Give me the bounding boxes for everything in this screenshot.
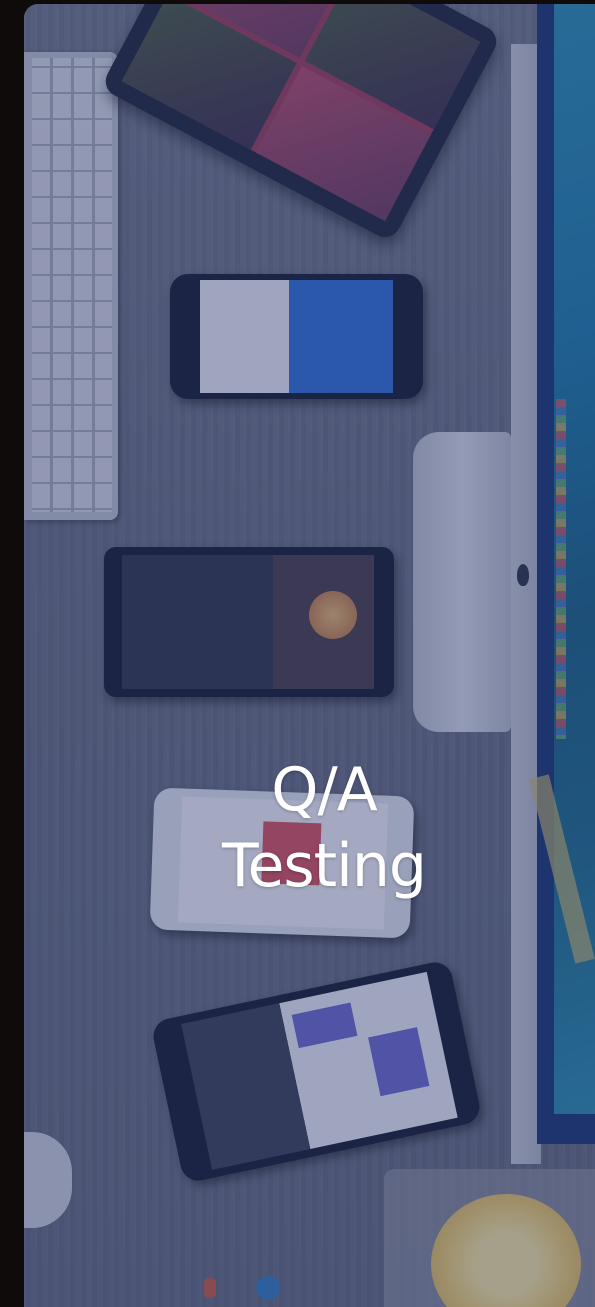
phone-image bbox=[170, 274, 423, 399]
keyboard-keys bbox=[32, 58, 112, 512]
phone-image bbox=[104, 547, 394, 697]
keyboard-image bbox=[24, 52, 118, 520]
monitor-dock bbox=[556, 399, 566, 739]
pen-image bbox=[256, 1276, 280, 1300]
title-line-2: Testing bbox=[222, 831, 427, 901]
avatar bbox=[309, 591, 357, 639]
pin-image bbox=[204, 1278, 216, 1298]
page-title: Q/A Testing bbox=[184, 752, 464, 904]
phone-screen bbox=[200, 280, 393, 393]
apple-logo-icon bbox=[517, 564, 529, 586]
title-line-1: Q/A bbox=[271, 755, 378, 825]
hero-banner: Q/A Testing bbox=[24, 4, 595, 1307]
monitor-stand bbox=[413, 432, 511, 732]
